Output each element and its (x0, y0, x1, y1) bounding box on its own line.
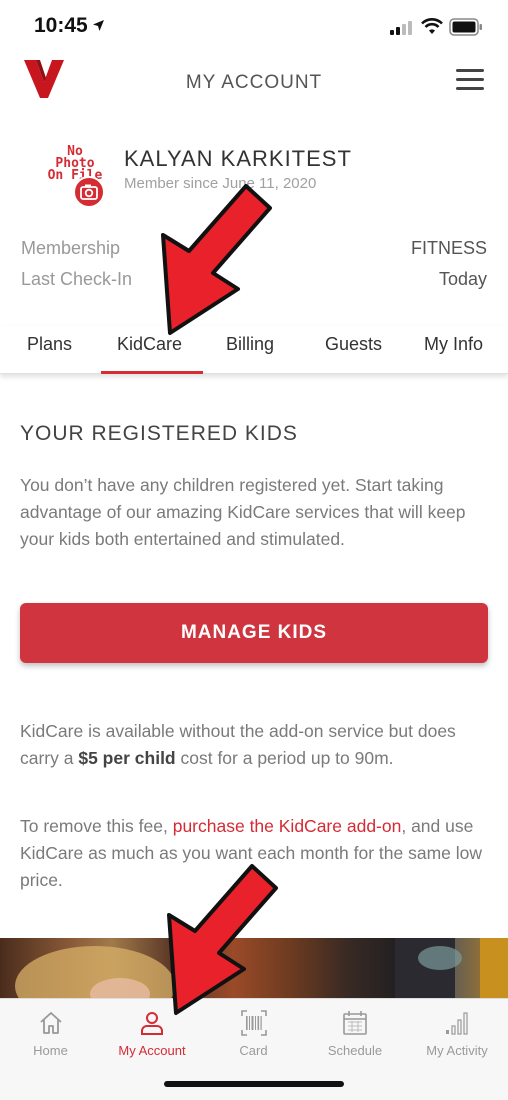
annotation-arrows (161, 184, 278, 1015)
arrow-pointing-kidcare-icon (161, 184, 272, 335)
arrow-pointing-my-account-icon (167, 864, 278, 1015)
